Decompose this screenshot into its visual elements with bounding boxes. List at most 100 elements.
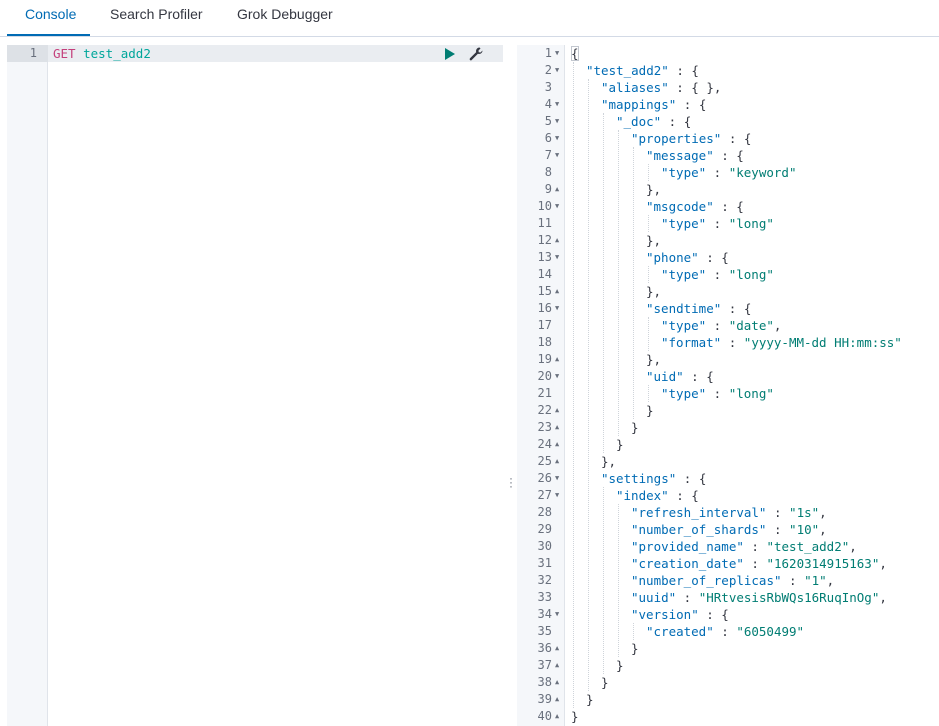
json-punctuation: : [706,318,729,333]
response-line[interactable]: } [571,708,579,725]
json-punctuation: : { [713,148,744,163]
fold-close-icon[interactable]: ▲ [555,283,559,300]
indent-guide [633,623,634,640]
pane-resizer[interactable] [503,37,517,726]
tab-grok-debugger[interactable]: Grok Debugger [237,0,333,37]
json-punctuation: }, [646,284,662,299]
response-line[interactable]: "type" : "long" [571,215,774,232]
response-line[interactable]: "settings" : { [571,470,706,487]
fold-open-icon[interactable]: ▼ [555,300,559,317]
response-line[interactable]: "sendtime" : { [571,300,751,317]
tab-console[interactable]: Console [25,0,76,37]
response-line[interactable]: "version" : { [571,606,729,623]
request-line[interactable]: GET test_add2 [53,45,151,62]
json-key: "message" [646,148,714,163]
response-line[interactable]: } [571,691,594,708]
response-line[interactable]: }, [571,283,661,300]
play-icon[interactable] [445,48,455,60]
fold-open-icon[interactable]: ▼ [555,198,559,215]
response-line[interactable]: } [571,419,639,436]
json-punctuation: : { [721,301,752,316]
json-punctuation: , [773,318,782,333]
response-line[interactable]: "_doc" : { [571,113,691,130]
fold-open-icon[interactable]: ▼ [555,113,559,130]
response-line[interactable]: "uid" : { [571,368,714,385]
response-line[interactable]: "created" : "6050499" [571,623,804,640]
response-line[interactable]: } [571,436,624,453]
line-number: 27 [537,488,552,502]
response-line[interactable]: "phone" : { [571,249,729,266]
fold-close-icon[interactable]: ▲ [555,181,559,198]
fold-close-icon[interactable]: ▲ [555,419,559,436]
response-line[interactable]: "properties" : { [571,130,751,147]
tab-search-profiler[interactable]: Search Profiler [110,0,203,37]
line-number: 33 [537,590,552,604]
fold-close-icon[interactable]: ▲ [555,691,559,708]
response-line[interactable]: "format" : "yyyy-MM-dd HH:mm:ss" [571,334,902,351]
json-key: "settings" [601,471,677,486]
line-number: 32 [537,573,552,587]
response-line[interactable]: "refresh_interval" : "1s", [571,504,827,521]
fold-open-icon[interactable]: ▼ [555,487,559,504]
wrench-icon[interactable] [468,46,484,62]
line-number: 18 [537,335,552,349]
response-line[interactable]: "mappings" : { [571,96,706,113]
response-line[interactable]: }, [571,232,661,249]
fold-open-icon[interactable]: ▼ [555,606,559,623]
json-key: "aliases" [601,80,669,95]
fold-close-icon[interactable]: ▲ [555,436,559,453]
json-key: "index" [616,488,669,503]
fold-close-icon[interactable]: ▲ [555,640,559,657]
fold-open-icon[interactable]: ▼ [555,45,559,62]
fold-open-icon[interactable]: ▼ [555,130,559,147]
json-key: "mappings" [601,97,677,112]
bracket-match-highlight [571,46,579,61]
response-line[interactable]: } [571,640,639,657]
json-key: "_doc" [616,114,662,129]
json-punctuation: : { [668,488,699,503]
vertical-dots-icon[interactable]: · · · [509,472,513,492]
fold-close-icon[interactable]: ▲ [555,402,559,419]
response-line[interactable]: "type" : "keyword" [571,164,796,181]
json-string: "long" [728,216,774,231]
response-line[interactable]: "test_add2" : { [571,62,699,79]
response-line[interactable]: "type" : "long" [571,385,774,402]
fold-open-icon[interactable]: ▼ [555,249,559,266]
fold-open-icon[interactable]: ▼ [555,470,559,487]
line-number: 30 [537,539,552,553]
line-number: 36 [537,641,552,655]
json-punctuation: : { [698,607,729,622]
fold-close-icon[interactable]: ▲ [555,232,559,249]
fold-open-icon[interactable]: ▼ [555,96,559,113]
response-line[interactable]: }, [571,453,616,470]
response-line[interactable]: "number_of_replicas" : "1", [571,572,834,589]
fold-open-icon[interactable]: ▼ [555,147,559,164]
fold-close-icon[interactable]: ▲ [555,453,559,470]
json-key: "phone" [646,250,699,265]
fold-open-icon[interactable]: ▼ [555,368,559,385]
response-line[interactable]: } [571,402,654,419]
indent-guide [588,79,589,691]
response-line[interactable]: "number_of_shards" : "10", [571,521,827,538]
line-number: 31 [537,556,552,570]
json-punctuation: } [586,692,594,707]
line-number: 28 [537,505,552,519]
response-line[interactable]: "index" : { [571,487,699,504]
response-line[interactable]: "aliases" : { }, [571,79,721,96]
response-line[interactable]: }, [571,351,661,368]
fold-close-icon[interactable]: ▲ [555,657,559,674]
request-editor[interactable]: 1 GET test_add2 [7,45,503,726]
fold-open-icon[interactable]: ▼ [555,62,559,79]
response-line[interactable]: "type" : "long" [571,266,774,283]
fold-close-icon[interactable]: ▲ [555,708,559,725]
response-line[interactable]: } [571,657,624,674]
response-line[interactable]: "message" : { [571,147,744,164]
response-line[interactable]: }, [571,181,661,198]
fold-close-icon[interactable]: ▲ [555,351,559,368]
response-viewer[interactable]: 1 ▼{2 ▼ "test_add2" : {3 "aliases" : { }, 4 ▼ "… [517,45,939,726]
response-line[interactable]: "provided_name" : "test_add2", [571,538,857,555]
response-line[interactable]: "msgcode" : { [571,198,744,215]
response-line[interactable]: } [571,674,609,691]
request-method: GET [53,46,76,61]
fold-close-icon[interactable]: ▲ [555,674,559,691]
